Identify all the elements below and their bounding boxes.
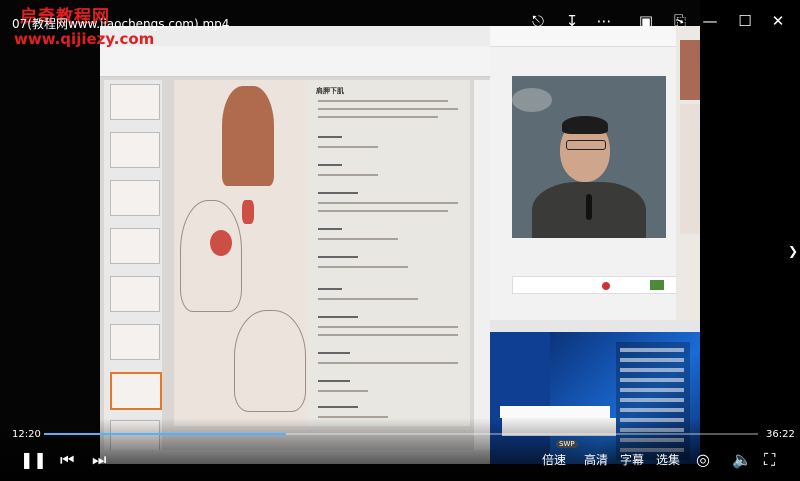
text-line xyxy=(318,238,398,240)
text-line xyxy=(318,164,342,166)
presentation-ribbon xyxy=(100,46,490,77)
send-button-shape xyxy=(650,280,664,290)
anatomy-back-outline xyxy=(180,200,242,312)
muscle-highlight xyxy=(242,200,254,224)
next-icon[interactable]: ⏭ xyxy=(92,450,106,470)
presentation-side-toolbar xyxy=(474,80,490,450)
slide-heading: 肩胛下肌 xyxy=(316,87,344,95)
player-controls-overlay xyxy=(0,418,800,481)
slide-thumbnail xyxy=(110,84,160,120)
progress-fill xyxy=(44,433,287,435)
file-row xyxy=(620,408,684,412)
presenter-hair xyxy=(562,116,608,134)
file-row xyxy=(620,348,684,352)
slide-thumbnail xyxy=(110,132,160,168)
text-line xyxy=(318,406,358,408)
fullscreen-icon[interactable]: ⛶ xyxy=(764,450,775,470)
text-line xyxy=(318,228,342,230)
current-time: 12:20 xyxy=(12,429,41,440)
slide-canvas: 肩胛下肌 xyxy=(174,80,470,426)
episodes-button[interactable]: 选集 xyxy=(656,451,680,468)
background-window-image xyxy=(680,40,700,100)
settings-icon[interactable]: ◎ xyxy=(696,450,710,469)
slide-text-panel: 肩胛下肌 xyxy=(308,80,470,426)
minimize-icon[interactable]: — xyxy=(700,12,720,30)
letterbox-right xyxy=(700,0,800,481)
text-line xyxy=(318,390,368,392)
text-line xyxy=(318,174,378,176)
text-line xyxy=(318,100,448,102)
slide-thumbnail xyxy=(110,276,160,312)
maximize-icon[interactable]: ☐ xyxy=(735,12,755,30)
slide-thumbnail-active xyxy=(110,372,162,410)
total-time: 36:22 xyxy=(766,429,795,440)
previous-icon[interactable]: ⏮ xyxy=(60,450,74,470)
microphone xyxy=(586,194,592,220)
video-frame[interactable]: 肩胛下肌 xyxy=(0,0,800,481)
anatomy-front-outline xyxy=(234,310,306,412)
subtitle-button[interactable]: 字幕 xyxy=(620,451,644,468)
slide-thumbnail xyxy=(110,228,160,264)
slide-thumbnails-panel xyxy=(104,80,162,460)
pause-icon[interactable]: ❚❚ xyxy=(20,450,47,469)
text-line xyxy=(318,352,350,354)
slide-thumbnail xyxy=(110,180,160,216)
text-line xyxy=(318,192,358,194)
slide-thumbnail xyxy=(110,324,160,360)
text-line xyxy=(318,210,448,212)
progress-bar[interactable] xyxy=(44,433,758,435)
swp-badge: SWP xyxy=(556,440,578,448)
text-line xyxy=(318,362,458,364)
text-line xyxy=(318,256,358,258)
share-icon[interactable]: ⎋ xyxy=(528,12,548,30)
recorder-titlebar xyxy=(500,406,610,418)
text-line xyxy=(318,266,408,268)
text-line xyxy=(318,202,458,204)
desktop-panel xyxy=(490,320,700,332)
file-row xyxy=(620,368,684,372)
watermark-url: www.qijiezy.com xyxy=(14,30,155,48)
text-line xyxy=(318,146,378,148)
text-line xyxy=(318,108,458,110)
text-line xyxy=(318,380,350,382)
download-icon[interactable]: ↧ xyxy=(562,12,582,30)
file-row xyxy=(620,388,684,392)
background-lamp xyxy=(512,88,552,112)
close-icon[interactable]: ✕ xyxy=(768,12,788,30)
record-indicator-icon xyxy=(602,282,610,290)
file-row xyxy=(620,378,684,382)
webcam-feed xyxy=(512,76,666,238)
anatomy-torso-figure xyxy=(222,86,274,186)
quality-button[interactable]: 高清 xyxy=(584,451,608,468)
text-line xyxy=(318,116,438,118)
picture-in-picture-icon[interactable]: ▣ xyxy=(636,12,656,30)
text-line xyxy=(318,298,418,300)
text-line xyxy=(318,136,342,138)
pin-icon[interactable]: ⎘ xyxy=(670,12,690,30)
speed-button[interactable]: 倍速 xyxy=(542,451,566,468)
text-line xyxy=(318,326,458,328)
chevron-right-icon[interactable]: ❯ xyxy=(788,244,798,258)
text-line xyxy=(318,334,458,336)
muscle-highlight xyxy=(210,230,232,256)
anatomy-illustration xyxy=(174,80,308,426)
presentation-window: 肩胛下肌 xyxy=(100,26,490,464)
volume-icon[interactable]: 🔈 xyxy=(732,450,752,469)
presenter-glasses xyxy=(566,140,606,150)
more-icon[interactable]: ⋯ xyxy=(594,12,614,30)
file-row xyxy=(620,398,684,402)
text-line xyxy=(318,316,358,318)
live-chat-window xyxy=(490,26,700,320)
background-window-image xyxy=(680,104,700,234)
file-row xyxy=(620,358,684,362)
text-line xyxy=(318,288,342,290)
